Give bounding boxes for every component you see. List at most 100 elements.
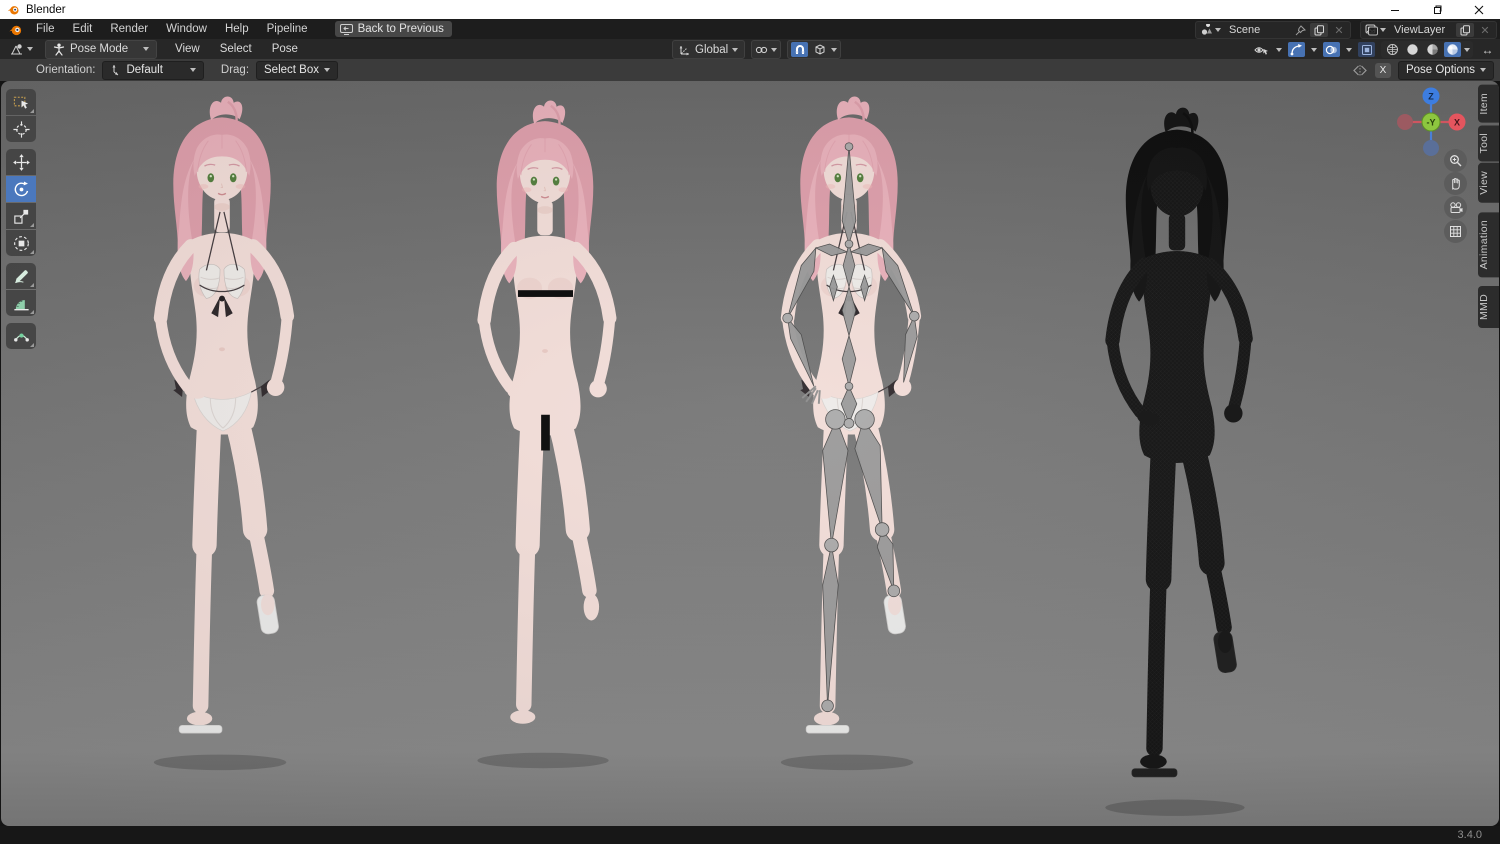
- model-figure-censored[interactable]: [429, 98, 661, 774]
- orientation-default-dropdown[interactable]: Default: [102, 60, 204, 80]
- tool-move[interactable]: [6, 149, 36, 175]
- orientation-default-icon: [112, 65, 119, 76]
- maximize-button[interactable]: [1416, 0, 1458, 19]
- svg-text:-Y: -Y: [1427, 118, 1436, 128]
- scene-name[interactable]: Scene: [1225, 24, 1291, 36]
- tool-transform[interactable]: [6, 230, 36, 256]
- viewport-3d[interactable]: X Z -Y Item Tool View Animation MMD: [1, 81, 1499, 826]
- snap-target-icon[interactable]: [811, 42, 828, 57]
- header-overflow-icon[interactable]: ↔: [1479, 42, 1496, 57]
- shading-wireframe-button[interactable]: [1384, 42, 1401, 57]
- editor-3d-viewport-icon: [11, 43, 22, 54]
- viewport-header: Pose Mode View Select Pose Global ↔: [0, 39, 1500, 59]
- pin-icon[interactable]: [1291, 24, 1310, 36]
- pose-options-dropdown[interactable]: Pose Options: [1397, 60, 1494, 80]
- window-titlebar: Blender: [0, 0, 1500, 19]
- tool-measure[interactable]: [6, 290, 36, 316]
- x-axis-button[interactable]: X: [1374, 62, 1391, 78]
- viewlayer-browse-icon[interactable]: [1361, 24, 1390, 36]
- tab-tool[interactable]: Tool: [1478, 124, 1499, 162]
- pan-hand-button[interactable]: [1444, 172, 1467, 195]
- status-bar: 3.4.0: [0, 826, 1500, 844]
- tab-view[interactable]: View: [1478, 163, 1499, 203]
- scene-selector[interactable]: Scene ✕: [1195, 21, 1351, 39]
- tool-settings-bar: Orientation: Default Drag: Select Box X …: [0, 59, 1500, 81]
- xray-icon: [1361, 44, 1372, 55]
- pivot-point-icon: [756, 46, 768, 53]
- model-figure-shaded[interactable]: [105, 94, 339, 776]
- transform-orientation-dropdown[interactable]: Global: [672, 40, 746, 59]
- pivot-point-dropdown[interactable]: [751, 40, 782, 59]
- screen-back-icon: [339, 23, 353, 35]
- menu-view[interactable]: View: [165, 39, 210, 59]
- xray-toggle[interactable]: [1358, 42, 1375, 57]
- unlink-scene-button[interactable]: ✕: [1330, 23, 1348, 37]
- new-viewlayer-button[interactable]: [1456, 23, 1474, 37]
- menu-render[interactable]: Render: [101, 19, 157, 39]
- tab-mmd[interactable]: MMD: [1478, 286, 1499, 329]
- tool-scale[interactable]: [6, 203, 36, 229]
- menu-pipeline[interactable]: Pipeline: [258, 19, 317, 39]
- orientation-axes-icon: [679, 45, 689, 55]
- viewlayer-selector[interactable]: ViewLayer ✕: [1360, 21, 1497, 39]
- tool-annotate[interactable]: [6, 263, 36, 289]
- menu-window[interactable]: Window: [157, 19, 216, 39]
- shading-rendered-button[interactable]: [1444, 42, 1461, 57]
- tab-item[interactable]: Item: [1478, 85, 1499, 123]
- minimize-button[interactable]: [1374, 0, 1416, 19]
- editor-type-button[interactable]: [5, 40, 37, 58]
- menu-help[interactable]: Help: [216, 19, 258, 39]
- gizmo-minus-z[interactable]: [1423, 140, 1439, 156]
- tool-rotate[interactable]: [6, 176, 36, 202]
- magnet-icon: [795, 44, 804, 54]
- blender-app-icon[interactable]: [8, 22, 23, 37]
- toolbar: [6, 89, 36, 356]
- visibility-eye-icon: [1254, 46, 1268, 55]
- model-figure-armature[interactable]: [732, 94, 966, 776]
- close-button[interactable]: [1458, 0, 1500, 19]
- mode-dropdown[interactable]: Pose Mode: [45, 39, 157, 59]
- top-menu-bar: File Edit Render Window Help Pipeline Ba…: [0, 19, 1500, 39]
- object-type-visibility-button[interactable]: [1253, 42, 1270, 57]
- sidebar-tab-strip: Item Tool View Animation MMD: [1478, 85, 1499, 330]
- shading-mode-group: [1381, 41, 1473, 58]
- shading-material-button[interactable]: [1424, 42, 1441, 57]
- shading-solid-button[interactable]: [1404, 42, 1421, 57]
- tool-tweak-select[interactable]: [6, 89, 36, 115]
- menu-edit[interactable]: Edit: [64, 19, 102, 39]
- viewlayer-name[interactable]: ViewLayer: [1390, 24, 1456, 36]
- orientation-default-value: Default: [126, 64, 163, 76]
- version-label: 3.4.0: [1457, 829, 1482, 841]
- orientation-value: Global: [695, 43, 729, 56]
- new-scene-button[interactable]: [1310, 23, 1328, 37]
- overlays-toggle[interactable]: [1323, 42, 1340, 57]
- gizmo-minus-x[interactable]: [1397, 114, 1413, 130]
- zoom-button[interactable]: [1444, 149, 1467, 172]
- gizmos-toggle[interactable]: [1288, 42, 1305, 57]
- tool-pose-breakdowner[interactable]: [6, 323, 36, 349]
- back-to-previous-button[interactable]: Back to Previous: [334, 21, 452, 37]
- tool-cursor[interactable]: [6, 116, 36, 142]
- grid-ortho-button[interactable]: [1444, 220, 1467, 243]
- scene-browse-icon[interactable]: [1196, 24, 1225, 36]
- svg-text:Z: Z: [1428, 92, 1434, 102]
- x-axis-mirror-icon[interactable]: [1352, 64, 1368, 77]
- svg-text:X: X: [1454, 118, 1460, 128]
- window-title: Blender: [26, 3, 66, 16]
- camera-view-button[interactable]: [1444, 196, 1467, 219]
- snap-toggle-on[interactable]: [791, 42, 809, 57]
- menu-pose[interactable]: Pose: [262, 39, 308, 59]
- snap-controls[interactable]: [787, 40, 842, 59]
- gizmo-icon: [1290, 44, 1302, 56]
- menu-file[interactable]: File: [27, 19, 64, 39]
- menu-select[interactable]: Select: [210, 39, 262, 59]
- mode-label: Pose Mode: [70, 43, 129, 55]
- overlays-icon: [1325, 45, 1337, 54]
- pose-mode-icon: [53, 43, 65, 56]
- model-figure-wireframe[interactable]: [1054, 105, 1300, 822]
- drag-mode-value: Select Box: [264, 64, 319, 76]
- remove-viewlayer-button[interactable]: ✕: [1476, 23, 1494, 37]
- navigation-gizmo[interactable]: X Z -Y: [1395, 85, 1467, 157]
- tab-animation[interactable]: Animation: [1478, 211, 1499, 278]
- drag-mode-dropdown[interactable]: Select Box: [256, 60, 338, 80]
